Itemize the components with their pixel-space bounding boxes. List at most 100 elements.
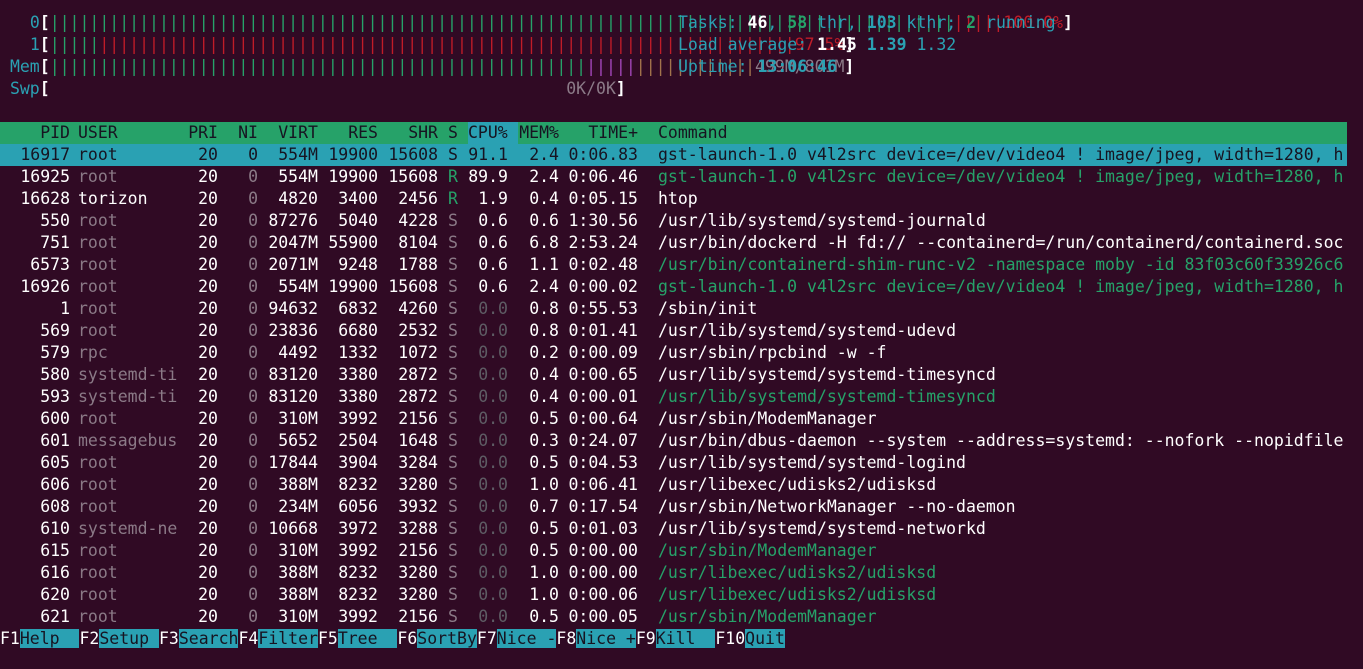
cell-cpu: 91.1 [468,145,508,164]
table-row[interactable]: 16925 root 20 0 554M 19900 15608 R 89.9 2.4 0:06.4… [0,166,1347,188]
cell-pri: 20 [198,453,218,472]
cell-cpu: 0.0 [478,585,508,604]
table-row[interactable]: 569 root 20 0 23836 6680 2532 S 0.0 0.8 0:01.41/us… [0,320,1347,342]
col-pid[interactable]: PID [0,122,70,144]
table-row[interactable]: 608 root 20 0 234M 6056 3932 S 0.0 0.7 0:17.54/usr… [0,496,1347,518]
function-key-bar: F1Help F2Setup F3SearchF4FilterF5Tree F6… [0,628,1347,650]
col-res[interactable]: RES [318,122,378,144]
table-row[interactable]: 751 root 20 0 2047M 55900 8104 S 0.6 6.8 2:53.24/u… [0,232,1347,254]
cell-shr: 3280 [398,563,438,582]
table-row[interactable]: 1 root 20 0 94632 6832 4260 S 0.0 0.8 0:55.53/sbin… [0,298,1347,320]
swp-meter: Swp[ 0K/0K] [9,79,626,98]
fkey-f2: F2 [79,629,100,648]
table-row[interactable]: 579 rpc 20 0 4492 1332 1072 S 0.0 0.2 0:00.09/usr/… [0,342,1347,364]
footer-action-f5[interactable]: Tree [337,629,398,648]
table-row[interactable]: 606 root 20 0 388M 8232 3280 S 0.0 1.0 0:06.41/usr… [0,474,1347,496]
cell-res: 19900 [328,167,378,186]
table-row[interactable]: 16628 torizon 20 0 4820 3400 2456 R 1.9 0.4 0:05.1… [0,188,1347,210]
cell-mem: 0.5 [529,541,559,560]
table-row[interactable]: 621 root 20 0 310M 3992 2156 S 0.0 0.5 0:00.05/usr… [0,606,1347,628]
col-shr[interactable]: SHR [378,122,438,144]
table-row[interactable]: 610 systemd-ne 20 0 10668 3972 3288 S 0.0 0.5 0:01… [0,518,1347,540]
footer-action-f10[interactable]: Quit [745,629,785,648]
table-row[interactable]: 601 messagebus 20 0 5652 2504 1648 S 0.0 0.3 0:24.… [0,430,1347,452]
col-command[interactable]: Command [658,122,728,144]
cell-pri: 20 [198,145,218,164]
cell-pri: 20 [198,167,218,186]
table-row[interactable]: 6573 root 20 0 2071M 9248 1788 S 0.6 1.1 0:02.48/u… [0,254,1347,276]
table-row[interactable]: 593 systemd-ti 20 0 83120 3380 2872 S 0.0 0.4 0:00… [0,386,1347,408]
cell-res: 55900 [328,233,378,252]
cell-time: 0:00.00 [568,563,638,582]
cell-user: root [78,233,118,252]
col-pri[interactable]: PRI [170,122,218,144]
cell-mem: 0.4 [529,365,559,384]
cell-mem: 0.5 [529,607,559,626]
cell-user: root [78,167,118,186]
cell-res: 3380 [338,365,378,384]
cell-shr: 4260 [398,299,438,318]
cell-mem: 0.5 [529,453,559,472]
table-row[interactable]: 615 root 20 0 310M 3992 2156 S 0.0 0.5 0:00.00/usr… [0,540,1347,562]
footer-action-f7[interactable]: Nice - [496,629,557,648]
cell-shr: 2872 [398,365,438,384]
cell-user: root [78,299,118,318]
footer-action-f9[interactable]: Kill [655,629,716,648]
table-row[interactable]: 600 root 20 0 310M 3992 2156 S 0.0 0.5 0:00.64/usr… [0,408,1347,430]
cell-ni: 0 [248,409,258,428]
cell-pri: 20 [198,277,218,296]
col-mem[interactable]: MEM% [515,122,559,144]
table-row[interactable]: 580 systemd-ti 20 0 83120 3380 2872 S 0.0 0.4 0:00… [0,364,1347,386]
cell-res: 3992 [338,607,378,626]
footer-action-f1[interactable]: Help [19,629,80,648]
table-row[interactable]: 605 root 20 0 17844 3904 3284 S 0.0 0.5 0:04.53/us… [0,452,1347,474]
footer-action-f3[interactable]: Search [178,629,239,648]
cell-virt: 4492 [278,343,318,362]
cell-cpu: 0.0 [478,431,508,450]
footer-action-f8[interactable]: Nice + [576,629,636,648]
cell-user: root [78,497,118,516]
cell-shr: 15608 [388,145,438,164]
col-ni[interactable]: NI [222,122,258,144]
footer-action-f6[interactable]: SortBy [417,629,477,648]
cell-cmd: /usr/sbin/rpcbind -w -f [658,343,887,362]
cell-time: 0:00.09 [568,343,638,362]
cell-shr: 2156 [398,409,438,428]
table-row[interactable]: 620 root 20 0 388M 8232 3280 S 0.0 1.0 0:00.06/usr… [0,584,1347,606]
table-row-selected[interactable]: 16917 root 20 0 554M 19900 15608 S 91.1 2.4 0:06.8… [0,144,1347,166]
cell-time: 0:06.41 [568,475,638,494]
cell-cpu: 0.6 [478,255,508,274]
cell-pid: 621 [40,607,70,626]
footer-action-f4[interactable]: Filter [258,629,318,648]
cell-time: 0:01.41 [568,321,638,340]
cell-cmd: /usr/sbin/ModemManager [658,541,877,560]
table-row[interactable]: 16926 root 20 0 554M 19900 15608 S 0.6 2.4 0:00.02… [0,276,1347,298]
cell-cpu: 1.9 [478,189,508,208]
cell-shr: 1072 [398,343,438,362]
cell-user: systemd-ti [78,365,178,384]
col-s[interactable]: S [448,122,458,144]
table-row[interactable]: 550 root 20 0 87276 5040 4228 S 0.6 0.6 1:30.56/us… [0,210,1347,232]
cell-ni: 0 [248,299,258,318]
cell-pri: 20 [198,233,218,252]
footer-action-f2[interactable]: Setup [99,629,159,648]
cell-virt: 554M [278,167,318,186]
col-virt[interactable]: VIRT [258,122,318,144]
cell-user: root [78,475,118,494]
cell-cmd: gst-launch-1.0 v4l2src device=/dev/video… [658,145,1344,164]
col-cpu-sorted[interactable]: CPU% [468,122,518,144]
cell-res: 6832 [338,299,378,318]
cell-shr: 1788 [398,255,438,274]
process-table-header[interactable]: PID USER PRI NI VIRT RES SHR S CPU% MEM%… [0,122,1347,144]
col-time[interactable]: TIME+ [568,122,638,144]
cell-virt: 5652 [278,431,318,450]
table-row[interactable]: 616 root 20 0 388M 8232 3280 S 0.0 1.0 0:00.00/usr… [0,562,1347,584]
col-user[interactable]: USER [78,122,118,144]
fkey-f4: F4 [238,629,259,648]
cell-cpu: 0.0 [478,497,508,516]
cell-mem: 0.2 [529,343,559,362]
cell-pri: 20 [198,343,218,362]
cell-res: 6056 [338,497,378,516]
fkey-f10: F10 [715,629,746,648]
cell-pid: 580 [40,365,70,384]
